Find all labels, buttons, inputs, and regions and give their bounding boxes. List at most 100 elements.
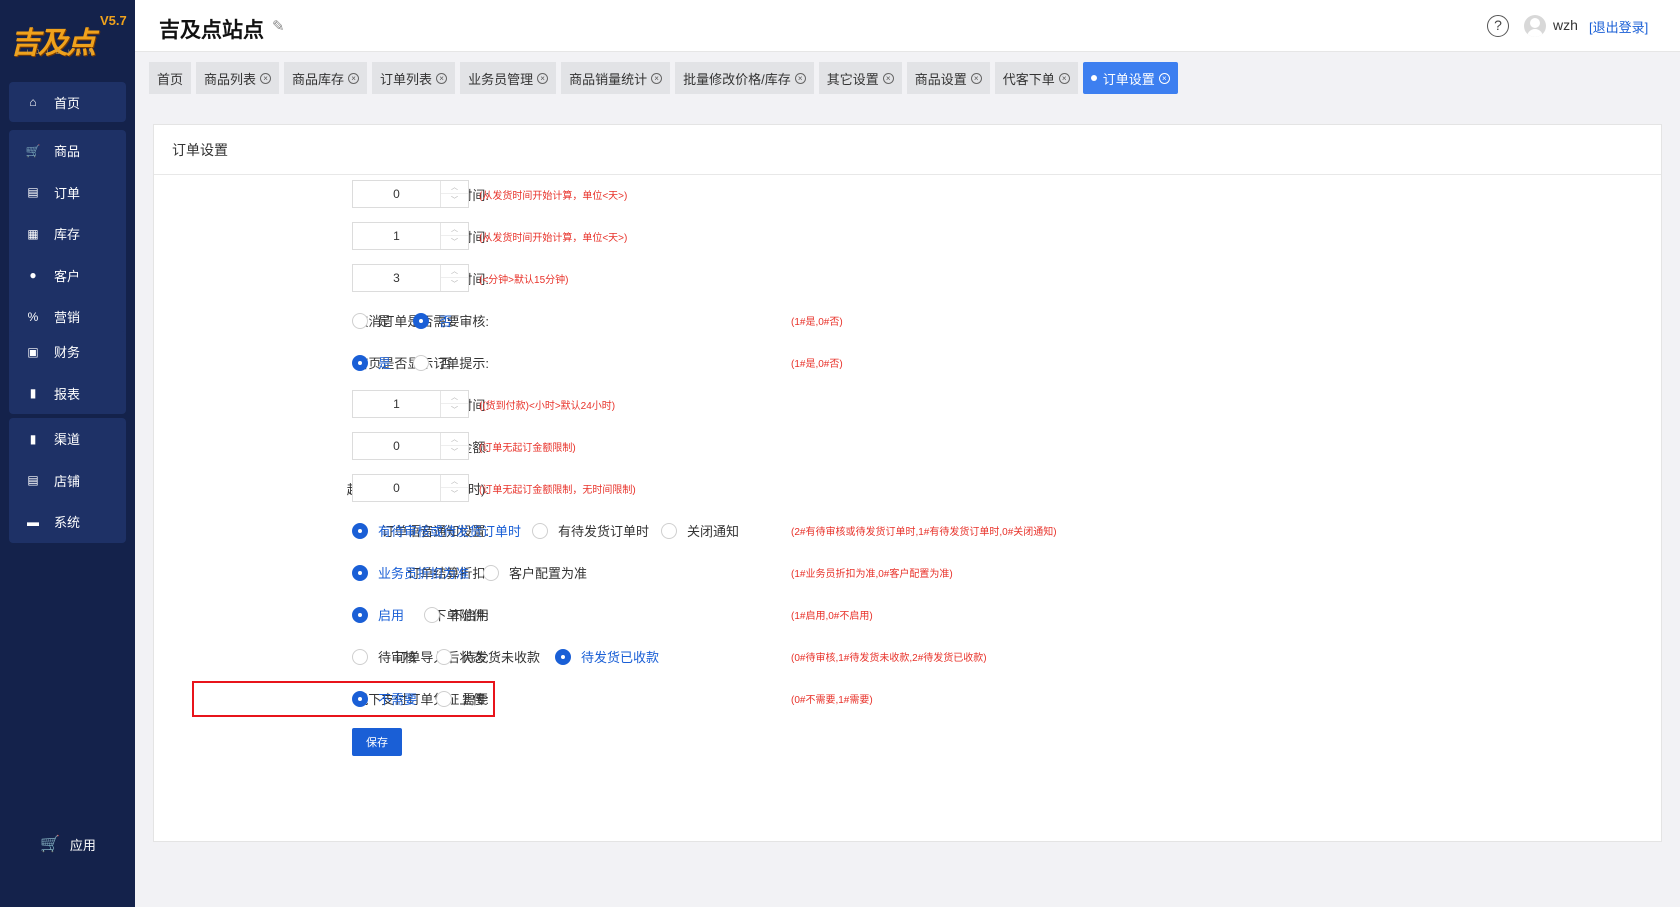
radio-option[interactable]: 有待发货订单时 <box>532 521 649 540</box>
close-icon[interactable]: × <box>1158 72 1170 84</box>
radio-option[interactable]: 待发货未收款 <box>436 647 540 666</box>
chevron-down-icon[interactable]: ﹀ <box>441 194 468 207</box>
radio-option[interactable]: 待审核 <box>352 647 417 666</box>
radio-label: 是 <box>378 356 392 371</box>
radio-label: 是 <box>378 314 392 329</box>
radio-option[interactable]: 不启用 <box>424 605 489 624</box>
chevron-down-icon[interactable]: ﹀ <box>441 446 468 459</box>
sidebar-item[interactable]: ● 客户 <box>9 255 126 297</box>
sidebar-item[interactable]: ▤ 订单 <box>9 172 126 214</box>
tab[interactable]: 首页 <box>149 62 192 94</box>
shop-icon: ▤ <box>27 473 39 488</box>
tab[interactable]: 商品设置 × <box>906 62 990 94</box>
tab[interactable]: 其它设置 × <box>818 62 902 94</box>
sidebar-item[interactable]: ▮ 渠道 <box>9 418 126 460</box>
field-hint: (从发货时间开始计算，单位<天>) <box>479 233 628 244</box>
tab-label: 其它设置 <box>826 71 879 87</box>
sidebar-item-label: 商品 <box>54 144 81 160</box>
close-icon[interactable]: × <box>882 72 894 84</box>
close-icon[interactable]: × <box>436 72 448 84</box>
close-icon[interactable]: × <box>348 72 360 84</box>
sidebar-item[interactable]: ▣ 财务 <box>9 331 126 373</box>
form-row: 首页是否显示订单提示:是否(1#是,0#否) <box>154 347 1654 377</box>
help-icon[interactable]: ? <box>1487 15 1509 37</box>
radio-option[interactable]: 关闭通知 <box>661 521 739 540</box>
chevron-up-icon[interactable]: ︿ <box>441 475 468 488</box>
sidebar-item[interactable]: ▤ 店铺 <box>9 460 126 502</box>
radio-option[interactable]: 待发货已收款 <box>555 647 659 666</box>
avatar[interactable] <box>1524 15 1546 37</box>
tab[interactable]: 订单设置 × <box>1082 62 1178 94</box>
form-row: 未支付订单取消时间:3︿﹀(<分钟>默认15分钟) <box>154 263 1654 293</box>
edit-icon[interactable]: ✎ <box>272 17 285 35</box>
sidebar-item-app[interactable]: 🛒 应用 <box>40 834 96 854</box>
tab[interactable]: 商品销量统计 × <box>561 62 671 94</box>
form-row: 订单起订金额:0︿﹀(订单无起订金额限制) <box>154 431 1654 461</box>
close-icon[interactable]: × <box>260 72 272 84</box>
number-input[interactable]: 0 ︿ ﹀ <box>352 432 469 460</box>
tab[interactable]: 商品库存 × <box>284 62 368 94</box>
radio-circle-icon <box>352 522 368 539</box>
sidebar-item[interactable]: 🛒 商品 <box>9 130 126 172</box>
radio-circle-icon <box>424 606 440 623</box>
stepper: ︿ ﹀ <box>440 265 468 291</box>
sidebar-item[interactable]: ▬ 系统 <box>9 501 126 543</box>
tab[interactable]: 业务员管理 × <box>460 62 557 94</box>
sidebar-item[interactable]: ▮ 报表 <box>9 373 126 415</box>
radio-option[interactable]: 业务员折扣为准 <box>352 563 469 582</box>
chevron-up-icon[interactable]: ︿ <box>441 223 468 236</box>
radio-option[interactable]: 客户配置为准 <box>483 563 587 582</box>
close-icon[interactable]: × <box>794 72 806 84</box>
number-input[interactable]: 0 ︿ ﹀ <box>352 474 469 502</box>
tab-label: 批量修改价格/库存 <box>683 71 791 87</box>
number-input-value: 1 <box>393 397 400 411</box>
chevron-up-icon[interactable]: ︿ <box>441 265 468 278</box>
radio-label: 待发货已收款 <box>581 650 660 665</box>
close-icon[interactable]: × <box>970 72 982 84</box>
chevron-up-icon[interactable]: ︿ <box>441 391 468 404</box>
form-row: 未支付订单取消时间:1︿﹀((货到付款)<小时>默认24小时) <box>154 389 1654 419</box>
chevron-down-icon[interactable]: ﹀ <box>441 404 468 417</box>
radio-option[interactable]: 是 <box>352 311 391 330</box>
number-input-value: 0 <box>393 187 400 201</box>
number-input-value: 3 <box>393 271 400 285</box>
radio-option[interactable]: 否 <box>413 353 452 372</box>
tab[interactable]: 商品列表 × <box>196 62 280 94</box>
close-icon[interactable]: × <box>537 72 549 84</box>
close-icon[interactable]: × <box>1058 72 1070 84</box>
grid-icon: ▦ <box>27 226 39 241</box>
radio-option[interactable]: 启用 <box>352 605 404 624</box>
radio-circle-icon <box>352 564 368 581</box>
chevron-down-icon[interactable]: ﹀ <box>441 278 468 291</box>
radio-option[interactable]: 是 <box>352 353 391 372</box>
tab[interactable]: 订单列表 × <box>372 62 456 94</box>
field-hint: (1#是,0#否) <box>791 317 843 328</box>
home-icon: ⌂ <box>29 95 37 109</box>
radio-option[interactable]: 否 <box>413 311 452 330</box>
sidebar-item[interactable]: ▦ 库存 <box>9 213 126 255</box>
radio-label: 有待发货订单时 <box>558 524 650 539</box>
tab-label: 商品设置 <box>914 71 967 87</box>
number-input[interactable]: 3 ︿ ﹀ <box>352 264 469 292</box>
active-dot-icon <box>1090 75 1097 81</box>
stepper: ︿ ﹀ <box>440 475 468 501</box>
cart-icon: 🛒 <box>25 143 41 158</box>
number-input[interactable]: 1 ︿ ﹀ <box>352 222 469 250</box>
chevron-down-icon[interactable]: ﹀ <box>441 236 468 249</box>
sidebar-item[interactable]: ⌂ 首页 <box>9 82 126 122</box>
close-icon[interactable]: × <box>651 72 663 84</box>
number-input[interactable]: 1 ︿ ﹀ <box>352 390 469 418</box>
chevron-up-icon[interactable]: ︿ <box>441 181 468 194</box>
chevron-down-icon[interactable]: ﹀ <box>441 488 468 501</box>
field-hint: (<分钟>默认15分钟) <box>479 275 569 286</box>
number-input[interactable]: 0 ︿ ﹀ <box>352 180 469 208</box>
tab-label: 业务员管理 <box>468 71 534 87</box>
save-button[interactable]: 保存 <box>352 728 402 756</box>
tab[interactable]: 批量修改价格/库存 × <box>675 62 814 94</box>
tab[interactable]: 代客下单 × <box>994 62 1078 94</box>
top-header: 吉及点站点 ✎ ? wzh [退出登录] <box>135 0 1680 52</box>
chevron-up-icon[interactable]: ︿ <box>441 433 468 446</box>
logout-link[interactable]: [退出登录] <box>1589 17 1648 36</box>
radio-option[interactable]: 有待审核或待发货订单时 <box>352 521 521 540</box>
number-input-value: 0 <box>393 439 400 453</box>
